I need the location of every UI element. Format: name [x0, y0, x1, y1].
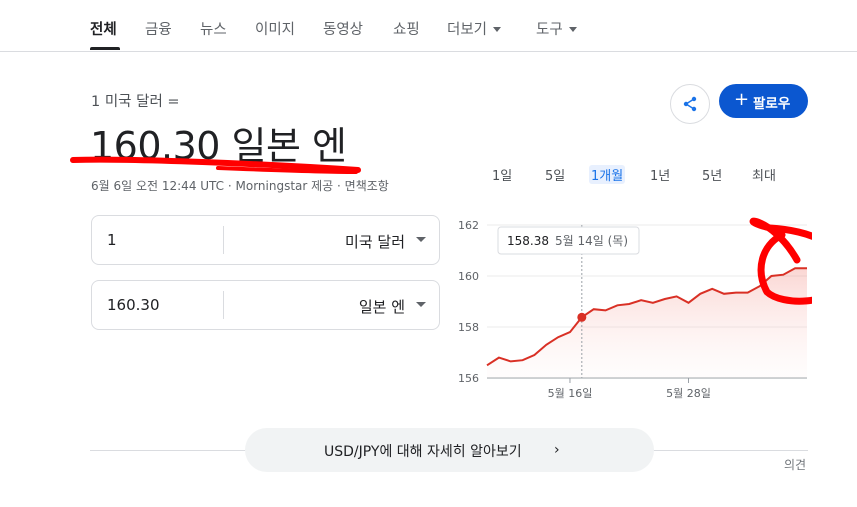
- chart-tooltip: 158.38 5월 14일 (목): [497, 226, 640, 255]
- annotation-underline: [70, 156, 361, 174]
- converter-from: 미국 달러: [91, 215, 440, 265]
- y-tick-label: 158: [458, 321, 479, 334]
- tab-news[interactable]: 뉴스: [200, 18, 227, 39]
- chevron-down-icon[interactable]: [416, 302, 426, 307]
- follow-label: 팔로우: [753, 96, 791, 112]
- hover-point: [577, 312, 587, 322]
- chevron-right-icon: ›: [554, 442, 560, 458]
- y-tick-label: 162: [458, 219, 479, 232]
- range-5d[interactable]: 5일: [545, 165, 565, 184]
- range-1y[interactable]: 1년: [650, 165, 670, 184]
- range-max[interactable]: 최대: [752, 165, 776, 184]
- range-1d[interactable]: 1일: [492, 165, 512, 184]
- converter-divider: [223, 291, 224, 319]
- exchange-rate-chart[interactable]: 162 160 158 156 5월 16일 5월 28일 158.38 5월 14일 (…: [452, 210, 812, 400]
- tab-tools[interactable]: 도구: [536, 18, 577, 39]
- feedback-link[interactable]: 의견: [784, 456, 806, 473]
- plus-icon: +: [734, 89, 750, 110]
- tab-finance[interactable]: 금융: [145, 18, 172, 39]
- from-amount-input[interactable]: [107, 231, 217, 249]
- x-tick-label: 5월 28일: [666, 386, 711, 400]
- tab-all[interactable]: 전체: [90, 18, 117, 39]
- range-1m[interactable]: 1개월: [589, 165, 626, 184]
- to-amount-input[interactable]: [107, 296, 217, 314]
- active-tab-indicator: [90, 47, 120, 50]
- follow-button[interactable]: + 팔로우: [719, 84, 808, 118]
- tooltip-date: 5월 14일 (목): [555, 234, 628, 248]
- y-tick-label: 156: [458, 372, 479, 385]
- learn-more-button[interactable]: USD/JPY에 대해 자세히 알아보기 ›: [245, 428, 654, 472]
- to-currency-select[interactable]: 일본 엔: [359, 296, 405, 317]
- tooltip-value: 158.38: [507, 234, 549, 248]
- share-button[interactable]: [670, 84, 710, 124]
- x-tick-label: 5월 16일: [548, 386, 593, 400]
- tab-tools-label: 도구: [536, 22, 563, 38]
- converter-to: 일본 엔: [91, 280, 440, 330]
- chevron-down-icon: [568, 27, 577, 32]
- tab-shopping[interactable]: 쇼핑: [393, 18, 420, 39]
- tab-more-label: 더보기: [447, 22, 488, 38]
- tab-images[interactable]: 이미지: [255, 18, 295, 39]
- chevron-down-icon[interactable]: [416, 237, 426, 242]
- search-tabs: 전체 금융 뉴스 이미지 동영상 쇼핑 더보기 도구: [0, 0, 857, 52]
- chart-area: [487, 268, 807, 378]
- learn-more-label: USD/JPY에 대해 자세히 알아보기: [324, 444, 522, 460]
- chevron-down-icon: [493, 27, 502, 32]
- conversion-from-label: 1 미국 달러 =: [91, 94, 180, 110]
- y-tick-label: 160: [458, 270, 479, 283]
- converter-divider: [223, 226, 224, 254]
- tab-more[interactable]: 더보기: [447, 18, 502, 39]
- share-icon: [683, 96, 697, 112]
- range-5y[interactable]: 5년: [702, 165, 722, 184]
- tab-videos[interactable]: 동영상: [323, 18, 363, 39]
- from-currency-select[interactable]: 미국 달러: [345, 231, 405, 252]
